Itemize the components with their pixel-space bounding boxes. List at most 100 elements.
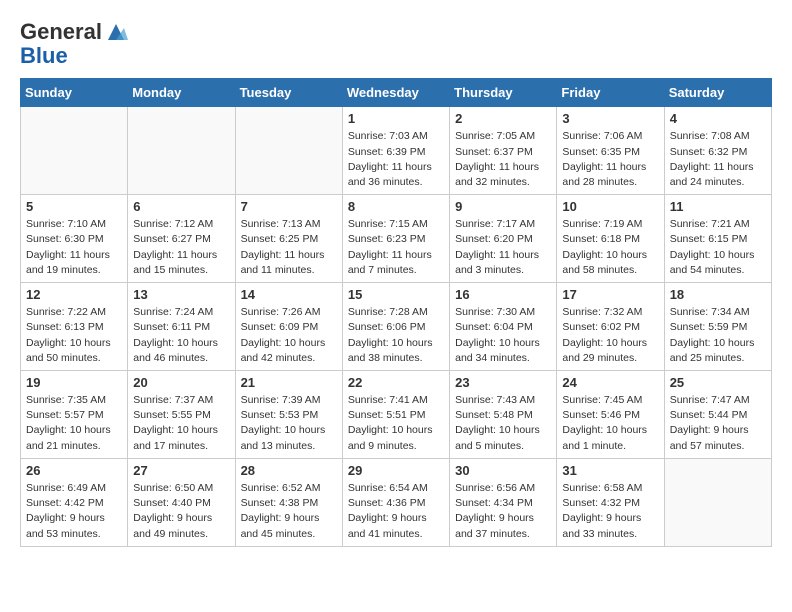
cell-info: Sunrise: 7:10 AM Sunset: 6:30 PM Dayligh…	[26, 217, 122, 278]
calendar-cell: 6Sunrise: 7:12 AM Sunset: 6:27 PM Daylig…	[128, 195, 235, 283]
calendar-cell: 5 Sunrise: 7:10 AM Sunset: 6:30 PM Daylig…	[21, 195, 128, 283]
cell-info: Sunrise: 7:39 AM Sunset: 5:53 PM Dayligh…	[241, 393, 337, 454]
calendar-cell: 4 Sunrise: 7:08 AM Sunset: 6:32 PM Daylig…	[664, 107, 771, 195]
calendar-cell: 14 Sunrise: 7:26 AM Sunset: 6:09 PM Dayli…	[235, 283, 342, 371]
day-number: 31	[562, 463, 658, 478]
calendar-cell: 18 Sunrise: 7:34 AM Sunset: 5:59 PM Dayli…	[664, 283, 771, 371]
cell-info: Sunrise: 7:30 AM Sunset: 6:04 PM Dayligh…	[455, 305, 551, 366]
day-number: 23	[455, 375, 551, 390]
calendar-cell: 20 Sunrise: 7:37 AM Sunset: 5:55 PM Dayli…	[128, 371, 235, 459]
cell-info: Sunrise: 6:56 AM Sunset: 4:34 PM Dayligh…	[455, 481, 551, 542]
calendar-cell: 10 Sunrise: 7:19 AM Sunset: 6:18 PM Dayli…	[557, 195, 664, 283]
cell-info: Sunrise: 7:05 AM Sunset: 6:37 PM Dayligh…	[455, 129, 551, 190]
day-number: 27	[133, 463, 229, 478]
calendar-cell: 1 Sunrise: 7:03 AM Sunset: 6:39 PM Daylig…	[342, 107, 449, 195]
calendar-header-row: SundayMondayTuesdayWednesdayThursdayFrid…	[21, 79, 772, 107]
day-number: 8	[348, 199, 444, 214]
day-number: 5	[26, 199, 122, 214]
cell-info: Sunrise: 6:54 AM Sunset: 4:36 PM Dayligh…	[348, 481, 444, 542]
cell-info: Sunrise: 7:28 AM Sunset: 6:06 PM Dayligh…	[348, 305, 444, 366]
day-number: 4	[670, 111, 766, 126]
page-header: General Blue	[20, 20, 772, 68]
day-number: 15	[348, 287, 444, 302]
cell-info: Sunrise: 7:03 AM Sunset: 6:39 PM Dayligh…	[348, 129, 444, 190]
day-number: 24	[562, 375, 658, 390]
calendar-cell: 30 Sunrise: 6:56 AM Sunset: 4:34 PM Dayli…	[450, 458, 557, 546]
cell-info: Sunrise: 7:15 AM Sunset: 6:23 PM Dayligh…	[348, 217, 444, 278]
cell-info: Sunrise: 7:12 AM Sunset: 6:27 PM Dayligh…	[133, 217, 229, 278]
day-number: 17	[562, 287, 658, 302]
calendar-cell: 7 Sunrise: 7:13 AM Sunset: 6:25 PM Daylig…	[235, 195, 342, 283]
calendar-cell: 31 Sunrise: 6:58 AM Sunset: 4:32 PM Dayli…	[557, 458, 664, 546]
calendar-cell: 3Sunrise: 7:06 AM Sunset: 6:35 PM Daylig…	[557, 107, 664, 195]
day-number: 3	[562, 111, 658, 126]
weekday-header-monday: Monday	[128, 79, 235, 107]
weekday-header-saturday: Saturday	[664, 79, 771, 107]
cell-info: Sunrise: 7:26 AM Sunset: 6:09 PM Dayligh…	[241, 305, 337, 366]
calendar-cell: 8 Sunrise: 7:15 AM Sunset: 6:23 PM Daylig…	[342, 195, 449, 283]
cell-info: Sunrise: 7:35 AM Sunset: 5:57 PM Dayligh…	[26, 393, 122, 454]
calendar-cell: 19 Sunrise: 7:35 AM Sunset: 5:57 PM Dayli…	[21, 371, 128, 459]
day-number: 22	[348, 375, 444, 390]
day-number: 18	[670, 287, 766, 302]
calendar-cell: 21 Sunrise: 7:39 AM Sunset: 5:53 PM Dayli…	[235, 371, 342, 459]
weekday-header-tuesday: Tuesday	[235, 79, 342, 107]
weekday-header-friday: Friday	[557, 79, 664, 107]
calendar-cell: 28 Sunrise: 6:52 AM Sunset: 4:38 PM Dayli…	[235, 458, 342, 546]
cell-info: Sunrise: 7:08 AM Sunset: 6:32 PM Dayligh…	[670, 129, 766, 190]
calendar-cell: 24 Sunrise: 7:45 AM Sunset: 5:46 PM Dayli…	[557, 371, 664, 459]
cell-info: Sunrise: 7:37 AM Sunset: 5:55 PM Dayligh…	[133, 393, 229, 454]
day-number: 7	[241, 199, 337, 214]
calendar-cell: 2Sunrise: 7:05 AM Sunset: 6:37 PM Daylig…	[450, 107, 557, 195]
day-number: 20	[133, 375, 229, 390]
day-number: 19	[26, 375, 122, 390]
cell-info: Sunrise: 7:41 AM Sunset: 5:51 PM Dayligh…	[348, 393, 444, 454]
cell-info: Sunrise: 7:47 AM Sunset: 5:44 PM Dayligh…	[670, 393, 766, 454]
day-number: 14	[241, 287, 337, 302]
calendar-week-row: 12 Sunrise: 7:22 AM Sunset: 6:13 PM Dayli…	[21, 283, 772, 371]
day-number: 12	[26, 287, 122, 302]
calendar-cell: 22 Sunrise: 7:41 AM Sunset: 5:51 PM Dayli…	[342, 371, 449, 459]
cell-info: Sunrise: 7:45 AM Sunset: 5:46 PM Dayligh…	[562, 393, 658, 454]
cell-info: Sunrise: 7:17 AM Sunset: 6:20 PM Dayligh…	[455, 217, 551, 278]
logo-blue: Blue	[20, 44, 128, 68]
day-number: 10	[562, 199, 658, 214]
cell-info: Sunrise: 6:58 AM Sunset: 4:32 PM Dayligh…	[562, 481, 658, 542]
cell-info: Sunrise: 6:49 AM Sunset: 4:42 PM Dayligh…	[26, 481, 122, 542]
day-number: 30	[455, 463, 551, 478]
day-number: 29	[348, 463, 444, 478]
calendar-cell: 25 Sunrise: 7:47 AM Sunset: 5:44 PM Dayli…	[664, 371, 771, 459]
cell-info: Sunrise: 6:50 AM Sunset: 4:40 PM Dayligh…	[133, 481, 229, 542]
calendar-cell: 27 Sunrise: 6:50 AM Sunset: 4:40 PM Dayli…	[128, 458, 235, 546]
day-number: 13	[133, 287, 229, 302]
calendar-week-row: 1 Sunrise: 7:03 AM Sunset: 6:39 PM Daylig…	[21, 107, 772, 195]
day-number: 1	[348, 111, 444, 126]
cell-info: Sunrise: 6:52 AM Sunset: 4:38 PM Dayligh…	[241, 481, 337, 542]
calendar-cell: 23 Sunrise: 7:43 AM Sunset: 5:48 PM Dayli…	[450, 371, 557, 459]
logo-general: General	[20, 20, 102, 44]
cell-info: Sunrise: 7:43 AM Sunset: 5:48 PM Dayligh…	[455, 393, 551, 454]
day-number: 16	[455, 287, 551, 302]
day-number: 28	[241, 463, 337, 478]
weekday-header-thursday: Thursday	[450, 79, 557, 107]
calendar-week-row: 5 Sunrise: 7:10 AM Sunset: 6:30 PM Daylig…	[21, 195, 772, 283]
calendar-cell: 29 Sunrise: 6:54 AM Sunset: 4:36 PM Dayli…	[342, 458, 449, 546]
logo: General Blue	[20, 20, 128, 68]
calendar-cell	[235, 107, 342, 195]
cell-info: Sunrise: 7:34 AM Sunset: 5:59 PM Dayligh…	[670, 305, 766, 366]
cell-info: Sunrise: 7:22 AM Sunset: 6:13 PM Dayligh…	[26, 305, 122, 366]
day-number: 25	[670, 375, 766, 390]
day-number: 26	[26, 463, 122, 478]
calendar-cell: 16 Sunrise: 7:30 AM Sunset: 6:04 PM Dayli…	[450, 283, 557, 371]
cell-info: Sunrise: 7:32 AM Sunset: 6:02 PM Dayligh…	[562, 305, 658, 366]
calendar-week-row: 26 Sunrise: 6:49 AM Sunset: 4:42 PM Dayli…	[21, 458, 772, 546]
calendar-cell: 15 Sunrise: 7:28 AM Sunset: 6:06 PM Dayli…	[342, 283, 449, 371]
calendar-cell: 17 Sunrise: 7:32 AM Sunset: 6:02 PM Dayli…	[557, 283, 664, 371]
cell-info: Sunrise: 7:13 AM Sunset: 6:25 PM Dayligh…	[241, 217, 337, 278]
cell-info: Sunrise: 7:19 AM Sunset: 6:18 PM Dayligh…	[562, 217, 658, 278]
calendar-cell: 26 Sunrise: 6:49 AM Sunset: 4:42 PM Dayli…	[21, 458, 128, 546]
calendar-cell: 9Sunrise: 7:17 AM Sunset: 6:20 PM Daylig…	[450, 195, 557, 283]
day-number: 21	[241, 375, 337, 390]
weekday-header-sunday: Sunday	[21, 79, 128, 107]
day-number: 11	[670, 199, 766, 214]
